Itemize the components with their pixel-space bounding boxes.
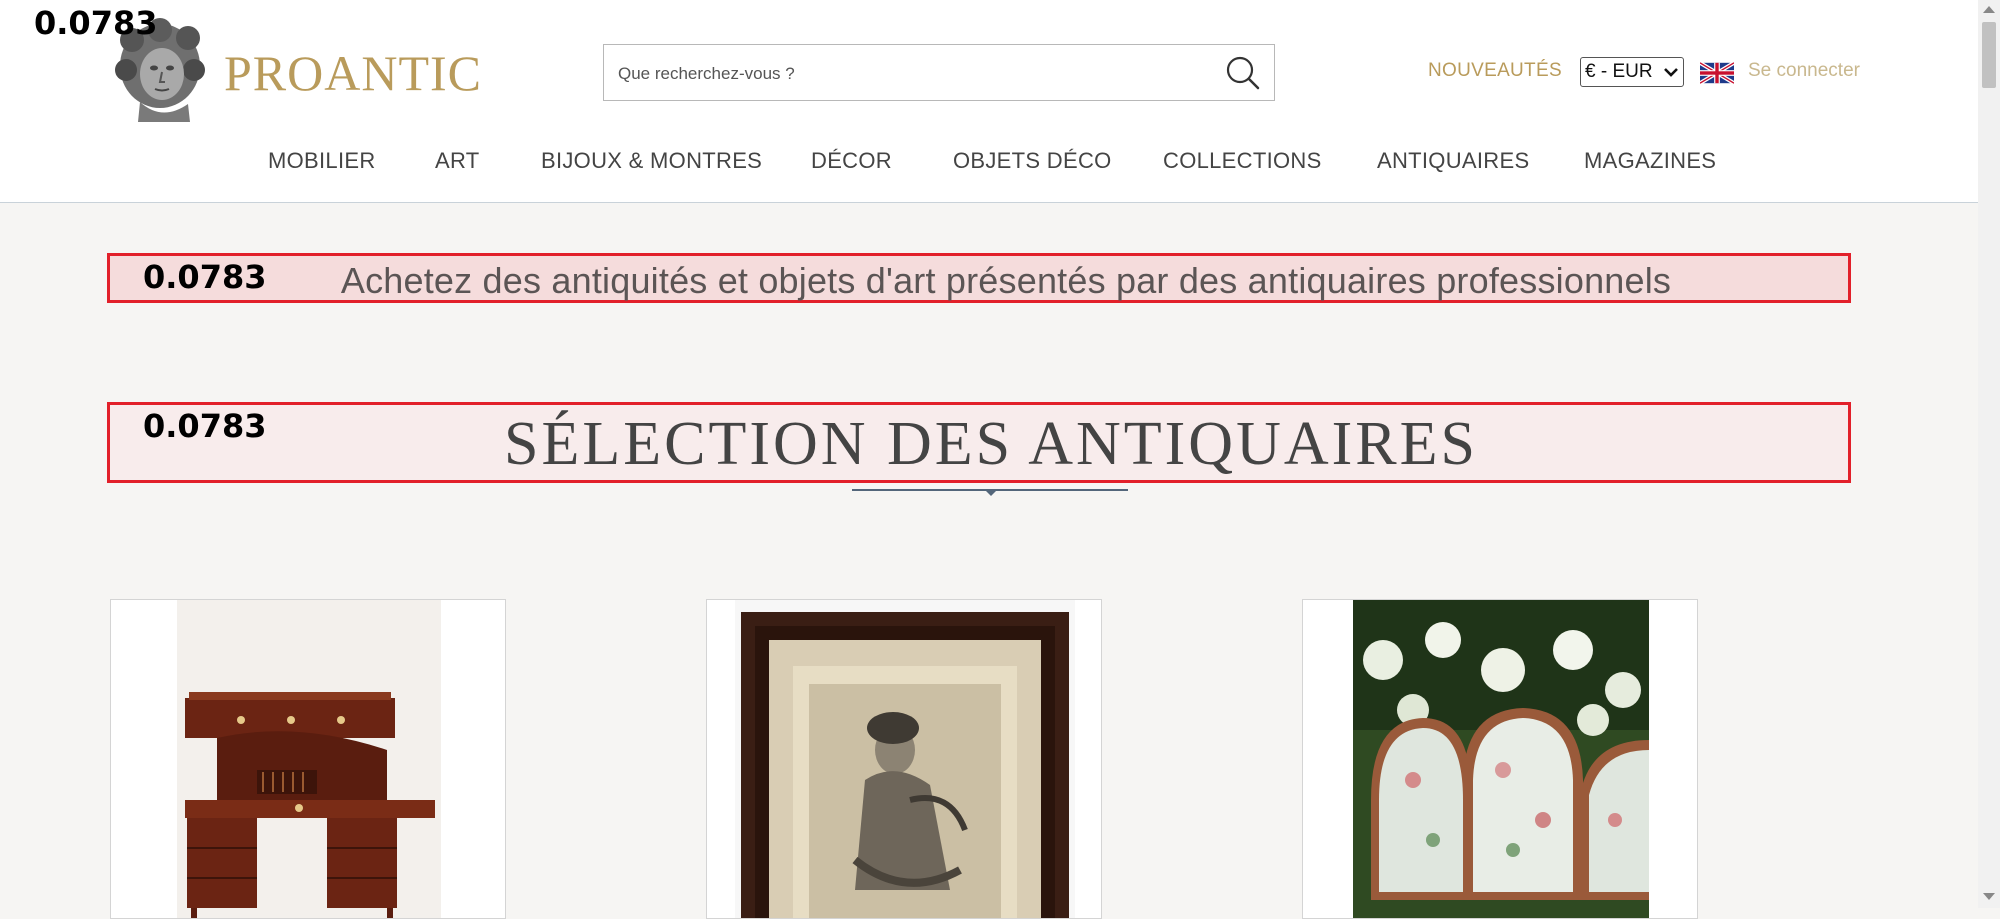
scroll-up-arrow-icon[interactable]: [1983, 6, 1995, 13]
section-title: SÉLECTION DES ANTIQUAIRES: [504, 410, 1478, 478]
nav-item-antiquaires[interactable]: ANTIQUAIRES: [1377, 148, 1529, 174]
overlay-score: 0.0783: [34, 4, 158, 42]
nav-item-collections[interactable]: COLLECTIONS: [1163, 148, 1322, 174]
nav-item-decor[interactable]: DÉCOR: [811, 148, 892, 174]
currency-selected: € - EUR: [1585, 61, 1653, 82]
main-navigation: MOBILIER ART BIJOUX & MONTRES DÉCOR OBJE…: [0, 148, 1978, 178]
search-input[interactable]: [616, 45, 1200, 102]
search-icon: [1226, 56, 1260, 90]
product-card[interactable]: [110, 599, 506, 919]
product-card[interactable]: [706, 599, 1102, 919]
login-link[interactable]: Se connecter: [1748, 60, 1860, 82]
overlay-score: 0.0783: [143, 258, 267, 296]
nav-item-objets-deco[interactable]: OBJETS DÉCO: [953, 148, 1112, 174]
currency-select[interactable]: € - EUR: [1580, 57, 1684, 87]
nav-item-bijoux-montres[interactable]: BIJOUX & MONTRES: [541, 148, 762, 174]
product-image[interactable]: [177, 600, 441, 919]
chevron-down-icon: [1664, 68, 1678, 77]
product-image[interactable]: [735, 600, 1075, 919]
overlay-score: 0.0783: [143, 407, 267, 445]
brand-name[interactable]: PROANTIC: [224, 44, 482, 102]
new-arrivals-link[interactable]: NOUVEAUTÉS: [1428, 60, 1562, 82]
tagline-text: Achetez des antiquités et objets d'art p…: [340, 260, 1672, 301]
divider-arrow: [984, 489, 998, 496]
nav-item-mobilier[interactable]: MOBILIER: [268, 148, 376, 174]
site-header: PROANTIC NOUVEAUTÉS € - EUR Se connecter…: [0, 0, 1978, 203]
page-scrollbar[interactable]: [1978, 0, 2000, 908]
nav-item-magazines[interactable]: MAGAZINES: [1584, 148, 1716, 174]
tagline-banner: Achetez des antiquités et objets d'art p…: [107, 253, 1851, 303]
search-bar: [603, 44, 1275, 102]
section-title-banner: SÉLECTION DES ANTIQUAIRES: [107, 402, 1851, 483]
scroll-down-arrow-icon[interactable]: [1983, 893, 1995, 900]
uk-flag-icon[interactable]: [1700, 60, 1734, 86]
search-button[interactable]: [1222, 53, 1264, 93]
scroll-thumb[interactable]: [1982, 22, 1996, 88]
product-card[interactable]: [1302, 599, 1698, 919]
nav-item-art[interactable]: ART: [435, 148, 480, 174]
product-image[interactable]: [1353, 600, 1649, 919]
